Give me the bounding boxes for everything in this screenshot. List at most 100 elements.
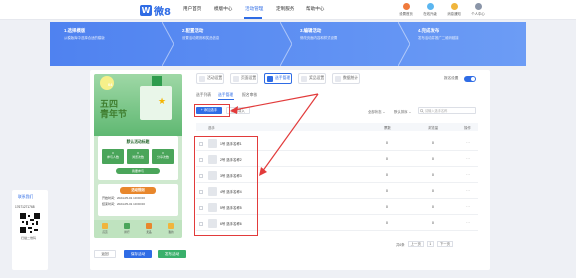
nav-item-home[interactable]: 用户首页 xyxy=(183,6,201,12)
home-icon xyxy=(402,3,410,10)
vote-count: 0 xyxy=(386,157,388,161)
phone-nav-rank[interactable]: 排行 xyxy=(124,223,130,238)
search-input[interactable]: 请输入选手名称 xyxy=(418,107,476,114)
tab-label: 数据统计 xyxy=(343,76,359,80)
step-title: 2.配置活动 xyxy=(182,28,204,33)
gift-icon xyxy=(146,223,152,229)
nav-item-templates[interactable]: 模版中心 xyxy=(214,6,232,12)
home-icon xyxy=(102,223,108,229)
step-title: 1.选择模版 xyxy=(64,28,86,33)
poster-badge: 04 xyxy=(108,82,113,87)
nav-item-help[interactable]: 帮助中心 xyxy=(306,6,324,12)
phone-nav-prize[interactable]: 奖品 xyxy=(146,223,152,238)
tab-player-management[interactable]: 选手管理 xyxy=(264,73,292,84)
step-title: 3.编辑活动 xyxy=(300,28,322,33)
logo-mark: W xyxy=(140,4,152,16)
more-actions[interactable]: ··· xyxy=(466,156,470,161)
tab-label: 奖品设置 xyxy=(309,76,325,80)
poster-banner: 04 ★ 五四 青年节 xyxy=(94,74,182,136)
tool-set-home[interactable]: 设置首页 xyxy=(394,3,418,16)
tab-icon xyxy=(267,75,273,82)
tab-prize-settings[interactable]: 奖品设置 xyxy=(298,73,326,84)
tab-activity-settings[interactable]: 活动设置 xyxy=(196,73,224,84)
tool-label: 在线升级 xyxy=(423,12,437,16)
brand-logo[interactable]: W 微8 xyxy=(140,4,171,18)
more-actions[interactable]: ··· xyxy=(466,140,470,145)
more-actions[interactable]: ··· xyxy=(466,220,470,225)
rules-panel: 活动规则 开始时间：2024-05-01 10:00:00 结束时间：2024-… xyxy=(98,184,178,216)
tab-label: 页面设置 xyxy=(241,76,257,80)
nav-item-custom[interactable]: 定制服务 xyxy=(276,6,294,12)
nav-active-underline xyxy=(244,17,262,19)
vote-count: 0 xyxy=(386,141,388,145)
step-2: 2.配置活动 设置活动规则和奖品信息 xyxy=(182,28,282,41)
step-4: 4.完成发布 发布活动并推广二维码链接 xyxy=(418,28,518,41)
qr-caption: 扫描二维码 xyxy=(21,236,37,240)
next-page-button[interactable]: 下一页 xyxy=(436,241,454,247)
poster-title-line1: 五四 xyxy=(100,100,119,110)
bell-icon xyxy=(450,3,458,10)
view-count: 0 xyxy=(432,205,434,209)
view-count: 0 xyxy=(432,141,434,145)
tab-icon xyxy=(233,75,239,82)
signup-toggle[interactable] xyxy=(464,76,476,82)
upgrade-icon xyxy=(426,3,434,10)
nav-item-activities[interactable]: 活动管理 xyxy=(245,6,263,12)
col-actions: 操作 xyxy=(464,126,471,130)
tool-notifications[interactable]: 消息通知 xyxy=(442,3,466,16)
status-filter[interactable]: 全部状态 ⌄ xyxy=(368,109,385,114)
step-3: 3.编辑活动 修改页面内容和样式设置 xyxy=(300,28,400,41)
prev-page-button[interactable]: 上一页 xyxy=(407,241,424,247)
rules-button[interactable]: 活动规则 xyxy=(120,187,156,194)
view-count: 0 xyxy=(432,173,434,177)
tab-page-settings[interactable]: 页面设置 xyxy=(230,73,258,84)
vote-count: 0 xyxy=(386,173,388,177)
user-icon xyxy=(168,223,174,229)
tool-label: 个人中心 xyxy=(471,12,485,16)
start-time: 开始时间：2024-05-01 10:00:00 xyxy=(102,196,145,200)
phone-nav-home[interactable]: 首页 xyxy=(102,223,108,238)
contact-title[interactable]: 联系我们 xyxy=(18,195,33,200)
poster-title-line2: 青年节 xyxy=(100,110,128,120)
highlight-add-button xyxy=(194,104,230,117)
phone-bottom-nav: 首页 排行 奖品 我的 xyxy=(94,220,182,238)
tab-icon xyxy=(199,75,205,82)
stat-box: 0 浏览次数 xyxy=(127,149,149,164)
top-navbar: W 微8 用户首页 模版中心 活动管理 定制服务 帮助中心 设置首页 在线升级 … xyxy=(0,0,576,20)
subtab-active-underline xyxy=(218,99,234,100)
step-desc: 修改页面内容和样式设置 xyxy=(300,36,338,40)
tool-upgrade[interactable]: 在线升级 xyxy=(418,3,442,16)
publish-activity-button[interactable]: 发布活动 xyxy=(158,250,186,258)
more-actions[interactable]: ··· xyxy=(466,188,470,193)
tab-label: 活动设置 xyxy=(207,76,223,80)
subtab-player-manage[interactable]: 选手管理 xyxy=(218,93,233,98)
step-1: 1.选择模版 从模版库中选择合适的模版 xyxy=(64,28,164,41)
step-desc: 从模版库中选择合适的模版 xyxy=(64,36,105,40)
stat-box: 0 参与人数 xyxy=(102,149,124,164)
sort-filter[interactable]: 默认排序 ⌄ xyxy=(394,109,411,114)
current-page[interactable]: 1 xyxy=(426,241,434,247)
step-divider-icon xyxy=(398,22,410,66)
save-activity-button[interactable]: 保存活动 xyxy=(124,250,152,258)
tab-label: 选手管理 xyxy=(275,76,291,80)
tab-statistics[interactable]: 数据统计 xyxy=(332,73,360,84)
more-actions[interactable]: ··· xyxy=(466,204,470,209)
back-button[interactable]: 返回 xyxy=(94,250,116,258)
tool-profile[interactable]: 个人中心 xyxy=(466,3,490,16)
view-count: 0 xyxy=(432,189,434,193)
col-views: 浏览量 xyxy=(428,126,439,130)
vote-count: 0 xyxy=(386,205,388,209)
subtab-player-list[interactable]: 选手列表 xyxy=(196,93,211,98)
tab-icon xyxy=(301,75,307,82)
qr-code-icon xyxy=(20,213,40,233)
tool-label: 消息通知 xyxy=(447,12,461,16)
join-button[interactable]: 我要参与 xyxy=(116,168,160,174)
building-illustration xyxy=(140,86,172,120)
activity-stats-panel: 默认活动标题 0 参与人数 0 浏览次数 0 分享次数 我要参与 xyxy=(98,136,178,180)
subtab-review[interactable]: 报名审核 xyxy=(242,93,257,98)
pagination: 共6条 上一页 1 下一页 xyxy=(396,241,454,247)
phone-nav-mine[interactable]: 我的 xyxy=(168,223,174,238)
phone-nav-label: 我的 xyxy=(168,231,174,234)
step-divider-icon xyxy=(162,22,174,66)
more-actions[interactable]: ··· xyxy=(466,172,470,177)
